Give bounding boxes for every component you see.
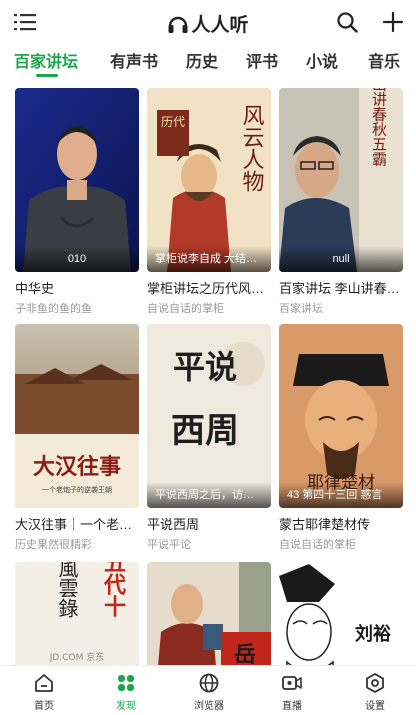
top-bar: 人人听 xyxy=(0,0,416,44)
album-cover[interactable]: 历代 风云人物 掌柜说李自成 大结… xyxy=(147,88,271,272)
cover-image: 李山讲春秋五霸 xyxy=(279,88,403,272)
album-title[interactable]: 中华史 xyxy=(15,278,139,297)
album-title[interactable]: 掌柜讲坛之历代风… xyxy=(147,278,271,297)
nav-discover[interactable]: 发现 xyxy=(96,672,156,712)
album-cover[interactable]: 李山讲春秋五霸 null xyxy=(279,88,403,272)
discover-icon xyxy=(118,675,134,691)
album-title[interactable]: 百家讲坛 李山讲春… xyxy=(279,278,403,297)
browser-icon xyxy=(199,673,219,693)
nav-browser-label: 浏览器 xyxy=(194,701,224,712)
cover-subtitle-text: 一个老炮子的逆袭王朝 xyxy=(42,485,112,494)
settings-icon xyxy=(366,673,384,693)
cover-badge-text: 历代 xyxy=(161,115,185,129)
album-author: 自说自话的掌柜 xyxy=(147,303,224,315)
cover-subtitle-text: 風雲錄 xyxy=(55,562,79,618)
cover-watermark-text: JD.COM 京东 xyxy=(49,651,104,663)
search-icon[interactable] xyxy=(336,11,358,33)
tab-storytelling[interactable]: 评书 xyxy=(246,48,278,72)
cover-image: 耶律楚材 xyxy=(279,324,403,508)
album-card[interactable]: 李山讲春秋五霸 null 百家讲坛 李山讲春… 百家讲坛 xyxy=(279,88,403,316)
cover-title-text: 大汉往事 xyxy=(33,454,121,480)
category-tabs: 百家讲坛 有声书 历史 评书 小说 音乐 xyxy=(0,44,416,78)
cover-title-text: 李山讲春秋五霸 xyxy=(370,88,388,167)
cover-title-text: 五代十 xyxy=(100,562,127,617)
nav-settings[interactable]: 设置 xyxy=(345,672,405,712)
tab-novel[interactable]: 小说 xyxy=(306,48,338,72)
nav-live-label: 直播 xyxy=(282,701,302,712)
cover-title-text: 平说 xyxy=(173,348,237,386)
album-author: 自说自话的掌柜 xyxy=(279,539,356,551)
album-cover[interactable]: 010 xyxy=(15,88,139,272)
episode-caption: 010 xyxy=(15,246,139,272)
album-cover[interactable]: 平说 西周 平说西周之后，访… xyxy=(147,324,271,508)
album-author: 历史果然很精彩 xyxy=(15,539,92,551)
album-author: 平说平论 xyxy=(147,539,191,551)
tab-audiobook[interactable]: 有声书 xyxy=(110,48,158,72)
album-title[interactable]: 平说西周 xyxy=(147,514,271,533)
album-card[interactable]: 历代 风云人物 掌柜说李自成 大结… 掌柜讲坛之历代风… 自说自话的掌柜 xyxy=(147,88,271,316)
headphones-icon xyxy=(168,16,188,33)
episode-caption: 平说西周之后，访… xyxy=(147,482,271,508)
album-card[interactable]: 010 中华史 子非鱼的鱼的鱼 xyxy=(15,88,139,316)
cover-image: 大汉往事 一个老炮子的逆袭王朝 xyxy=(15,324,139,508)
album-author: 百家讲坛 xyxy=(279,303,323,315)
episode-caption: null xyxy=(279,246,403,272)
nav-home-label: 首页 xyxy=(34,701,54,712)
album-title[interactable]: 大汉往事｜一个老… xyxy=(15,514,139,533)
bottom-nav: 首页 发现 浏览器 直播 设置 xyxy=(0,665,416,715)
album-author: 子非鱼的鱼的鱼 xyxy=(15,303,92,315)
album-cover[interactable]: 大汉往事 一个老炮子的逆袭王朝 xyxy=(15,324,139,508)
episode-caption: 掌柜说李自成 大结… xyxy=(147,246,271,272)
nav-live[interactable]: 直播 xyxy=(262,672,322,712)
nav-home[interactable]: 首页 xyxy=(14,672,74,712)
live-icon xyxy=(282,676,302,690)
home-icon xyxy=(35,674,53,692)
album-card[interactable]: 平说 西周 平说西周之后，访… 平说西周 平说平论 xyxy=(147,324,271,552)
cover-image: 历代 风云人物 xyxy=(147,88,271,272)
cover-title-text: 风云人物 xyxy=(239,104,265,192)
cover-title-text: 刘裕 xyxy=(355,623,391,645)
nav-browser[interactable]: 浏览器 xyxy=(179,672,239,712)
album-card[interactable]: 耶律楚材 43 第四十三回 惑言 蒙古耶律楚材传 自说自话的掌柜 xyxy=(279,324,403,552)
cover-image xyxy=(15,88,139,272)
tab-baijia-jiangtan[interactable]: 百家讲坛 xyxy=(14,48,78,72)
add-icon[interactable] xyxy=(382,11,404,33)
app-title-text: 人人听 xyxy=(191,15,249,36)
album-cover[interactable]: 耶律楚材 43 第四十三回 惑言 xyxy=(279,324,403,508)
nav-settings-label: 设置 xyxy=(365,701,385,712)
episode-caption: 43 第四十三回 惑言 xyxy=(279,482,403,508)
cover-image: 平说 西周 xyxy=(147,324,271,508)
active-tab-indicator xyxy=(36,74,58,77)
album-card[interactable]: 大汉往事 一个老炮子的逆袭王朝 大汉往事｜一个老… 历史果然很精彩 xyxy=(15,324,139,552)
tab-music[interactable]: 音乐 xyxy=(368,48,400,72)
tab-history[interactable]: 历史 xyxy=(186,48,218,72)
nav-discover-label: 发现 xyxy=(116,701,136,712)
album-title[interactable]: 蒙古耶律楚材传 xyxy=(279,514,403,533)
cover-subtitle-text: 西周 xyxy=(171,411,239,451)
